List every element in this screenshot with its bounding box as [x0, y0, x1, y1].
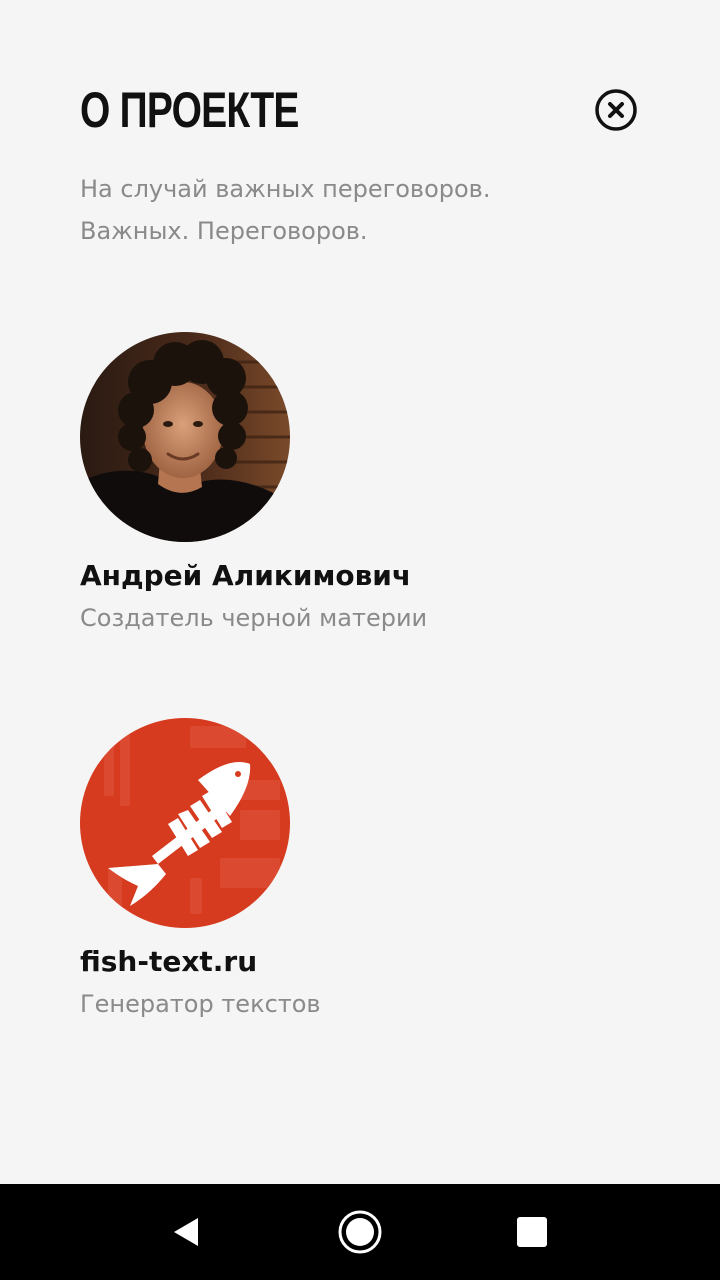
fish-text-logo — [80, 718, 290, 928]
about-screen: О ПРОЕКТЕ На случай важных переговоров. … — [0, 0, 720, 1280]
back-triangle-icon — [174, 1218, 198, 1246]
close-circle-icon — [595, 89, 637, 131]
intro-line-1: На случай важных переговоров. — [80, 175, 491, 203]
author-card[interactable]: Андрей Аликимович Создатель черной матер… — [80, 332, 640, 638]
author-photo — [80, 332, 290, 542]
fish-text-card[interactable]: fish-text.ru Генератор текстов — [80, 718, 640, 1024]
fish-text-role: Генератор текстов — [80, 990, 321, 1018]
author-role: Создатель черной материи — [80, 604, 428, 632]
recents-square-icon — [517, 1217, 547, 1247]
nav-back-button[interactable] — [160, 1206, 212, 1258]
header: О ПРОЕКТЕ — [80, 78, 640, 142]
nav-home-button[interactable] — [334, 1206, 386, 1258]
author-avatar — [80, 332, 290, 542]
close-button[interactable] — [594, 88, 638, 132]
intro-text: На случай важных переговоров. Важных. Пе… — [80, 168, 640, 252]
system-navigation-bar — [0, 1184, 720, 1280]
fish-text-name: fish-text.ru — [80, 945, 258, 978]
home-circle-icon — [338, 1210, 382, 1254]
fish-skeleton-logo — [80, 718, 290, 928]
intro-line-2: Важных. Переговоров. — [80, 217, 368, 245]
page-title: О ПРОЕКТЕ — [80, 82, 299, 138]
author-name: Андрей Аликимович — [80, 559, 412, 592]
nav-recents-button[interactable] — [506, 1206, 558, 1258]
